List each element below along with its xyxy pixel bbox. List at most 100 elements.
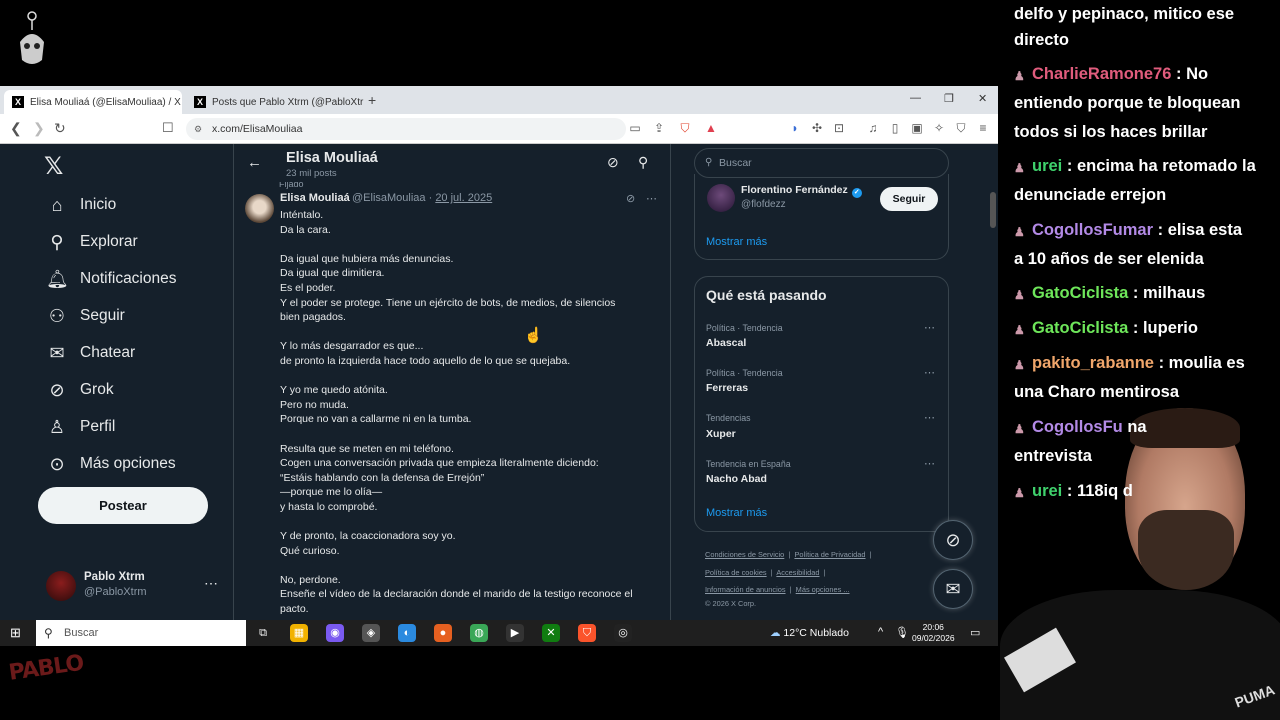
task-view-icon[interactable]: ⧉ xyxy=(254,624,272,642)
tweet-line: No, perdone. xyxy=(280,573,341,586)
tweet-author-name[interactable]: Elisa Mouliaá xyxy=(280,192,350,204)
post-button[interactable]: Postear xyxy=(38,487,208,524)
nav-grok[interactable]: ⊘ Grok xyxy=(46,375,113,405)
more-icon[interactable]: ⋯ xyxy=(646,192,657,205)
weather-text: 12°C Nublado xyxy=(783,627,849,639)
store-icon[interactable]: ▦ xyxy=(290,624,308,642)
show-more-link[interactable]: Mostrar más xyxy=(706,236,767,248)
discord-icon[interactable]: ◉ xyxy=(326,624,344,642)
footer-link[interactable]: Más opciones ... xyxy=(796,585,850,594)
tweet-handle[interactable]: @ElisaMouliaa xyxy=(352,192,426,204)
nav-more[interactable]: ⊙ Más opciones xyxy=(46,449,175,479)
back-icon[interactable]: ❮ xyxy=(10,120,22,137)
chat-text: : No xyxy=(1175,65,1209,83)
nav-follow[interactable]: ⚇ Seguir xyxy=(46,301,125,331)
footer-link[interactable]: Política de Privacidad xyxy=(794,550,865,559)
suggested-user-name[interactable]: Florentino Fernández ✓ xyxy=(741,184,862,198)
close-window-button[interactable]: ✕ xyxy=(978,92,987,105)
x-logo-icon[interactable]: 𝕏 xyxy=(44,152,63,180)
tab-elisa[interactable]: X Elisa Mouliaá (@ElisaMouliaa) / X ✕ xyxy=(4,90,182,114)
brave-shield-icon[interactable]: ⛉ xyxy=(678,121,692,135)
nav-chat[interactable]: ✉ Chatear xyxy=(46,338,135,368)
share-icon[interactable]: ⇪ xyxy=(652,121,666,135)
search-icon[interactable]: ⚲ xyxy=(638,154,648,171)
footer-link[interactable]: Accesibilidad xyxy=(776,568,819,577)
chat-text: a 10 años de ser elenida xyxy=(1014,250,1204,268)
weather-widget[interactable]: ☁ 12°C Nublado xyxy=(770,620,849,646)
more-icon[interactable]: ⋯ xyxy=(924,411,935,424)
more-icon[interactable]: ⋯ xyxy=(924,457,935,470)
tweet-line: Qué curioso. xyxy=(280,544,340,557)
chat-text: : elisa esta xyxy=(1157,221,1242,239)
vpn-icon[interactable]: ⛉ xyxy=(954,121,968,135)
microphone-icon[interactable]: 🎙︎ xyxy=(895,626,909,639)
extension-icon[interactable]: ◗ xyxy=(788,121,802,135)
nav-explore[interactable]: ⚲ Explorar xyxy=(46,227,137,257)
chrome-icon[interactable]: ◍ xyxy=(470,624,488,642)
footer-link[interactable]: Condiciones de Servicio xyxy=(705,550,784,559)
close-tab-icon[interactable]: ✕ xyxy=(181,96,182,109)
xbox-icon[interactable]: ✕ xyxy=(542,624,560,642)
follow-button[interactable]: Seguir xyxy=(880,187,938,211)
media-player-icon[interactable]: ▶ xyxy=(506,624,524,642)
chat-message: a 10 años de ser elenida xyxy=(1014,245,1280,274)
reload-icon[interactable]: ↻ xyxy=(54,120,66,137)
tweet-line: Da la cara. xyxy=(280,223,331,236)
minimize-button[interactable]: — xyxy=(910,92,921,104)
account-name: Pablo Xtrm xyxy=(84,571,145,583)
show-more-link[interactable]: Mostrar más xyxy=(706,507,767,519)
trend-name[interactable]: Nacho Abad xyxy=(706,473,767,485)
windows-start-icon[interactable]: ⊞ xyxy=(10,625,21,641)
brave-icon[interactable]: ⛉ xyxy=(578,624,596,642)
bookmark-icon[interactable]: ☐ xyxy=(162,120,174,136)
puzzle-icon[interactable]: ✣ xyxy=(810,121,824,135)
taskbar-search[interactable]: ⚲ Buscar xyxy=(36,620,246,646)
site-info-icon[interactable]: ⚙ xyxy=(194,118,202,140)
cloud-icon: ☁ xyxy=(770,627,781,639)
cast-icon[interactable]: ▭ xyxy=(628,121,642,135)
nav-notifications[interactable]: 🔔︎ Notificaciones xyxy=(46,264,177,294)
grok-icon[interactable]: ⊘ xyxy=(626,192,635,205)
trend-name[interactable]: Abascal xyxy=(706,337,746,349)
url-input[interactable]: ⚙ x.com/ElisaMouliaa xyxy=(186,118,626,140)
footer-link[interactable]: Información de anuncios xyxy=(705,585,786,594)
nav-home[interactable]: ⌂ Inicio xyxy=(46,190,117,220)
firefox-icon[interactable]: ● xyxy=(434,624,452,642)
chat-message: denunciade errejon xyxy=(1014,181,1280,210)
music-icon[interactable]: ♫ xyxy=(866,121,880,135)
edge-icon[interactable]: ◐ xyxy=(398,624,416,642)
more-icon[interactable]: ⋯ xyxy=(924,366,935,379)
search-input[interactable]: ⚲ Buscar xyxy=(694,148,949,178)
tweet-avatar[interactable] xyxy=(245,194,274,223)
menu-icon[interactable]: ≡ xyxy=(976,121,990,135)
chat-username: CharlieRamone76 xyxy=(1032,65,1172,83)
back-arrow-icon[interactable]: ← xyxy=(247,154,262,171)
tweet-author-meta: @ElisaMouliaa · 20 jul. 2025 xyxy=(352,192,493,204)
trend-name[interactable]: Xuper xyxy=(706,428,736,440)
rewards-icon[interactable]: ▲ xyxy=(704,121,718,135)
tab-pablo[interactable]: X Posts que Pablo Xtrm (@PabloXtrm) / X xyxy=(186,90,364,114)
wallet-icon[interactable]: ▣ xyxy=(910,121,924,135)
footer-links: Condiciones de Servicio | Política de Pr… xyxy=(705,546,955,612)
trend-name[interactable]: Ferreras xyxy=(706,382,748,394)
obs-icon[interactable]: ◎ xyxy=(614,624,632,642)
grok-icon[interactable]: ⊘ xyxy=(607,154,619,171)
app-icon[interactable]: ◈ xyxy=(362,624,380,642)
more-icon[interactable]: ⋯ xyxy=(924,321,935,334)
new-tab-button[interactable]: + xyxy=(368,92,376,108)
avatar[interactable] xyxy=(707,184,735,212)
nav-profile[interactable]: ♙ Perfil xyxy=(46,412,115,442)
chat-text: todos si los haces brillar xyxy=(1014,123,1208,141)
account-switcher[interactable]: Pablo Xtrm @PabloXtrm ⋯ xyxy=(46,569,226,605)
screenshot-icon[interactable]: ⊡ xyxy=(832,121,846,135)
taskbar-search-placeholder: Buscar xyxy=(64,627,99,639)
leo-icon[interactable]: ✧ xyxy=(932,121,946,135)
footer-link[interactable]: Política de cookies xyxy=(705,568,767,577)
tray-chevron-icon[interactable]: ^ xyxy=(878,626,883,638)
trend-category: Política · Tendencia xyxy=(706,323,783,333)
sidebar-toggle-icon[interactable]: ▯ xyxy=(888,121,902,135)
forward-icon[interactable]: ❯ xyxy=(33,120,45,137)
tweet-date[interactable]: 20 jul. 2025 xyxy=(435,192,492,204)
scrollbar-thumb[interactable] xyxy=(990,192,996,228)
maximize-button[interactable]: ❐ xyxy=(944,92,954,105)
